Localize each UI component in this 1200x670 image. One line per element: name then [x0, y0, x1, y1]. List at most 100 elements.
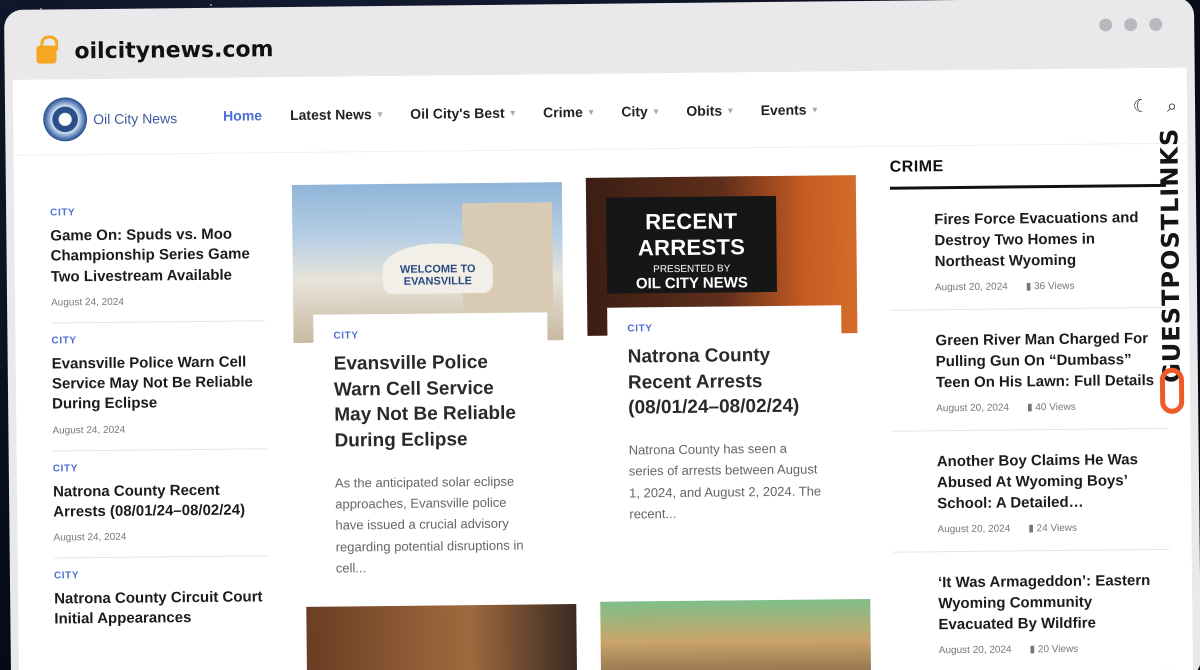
article-meta: August 20, 2024 ▮ 20 Views: [939, 643, 1171, 656]
nav-item-oil-citys-best[interactable]: Oil City's Best ▾: [410, 105, 515, 122]
article-title[interactable]: Evansville Police Warn Cell Service May …: [52, 352, 267, 415]
site-header: Oil City News Home Latest News ▾ Oil City…: [12, 67, 1188, 156]
nav-label: Obits: [686, 102, 723, 119]
left-article-list: CITY Game On: Spuds vs. Moo Championship…: [49, 193, 269, 644]
views-label: 40 Views: [1035, 401, 1076, 414]
article-date: August 24, 2024: [51, 296, 124, 309]
article-title[interactable]: Natrona County Recent Arrests (08/01/24–…: [628, 342, 823, 421]
article-meta: August 20, 2024 ▮ 36 Views: [935, 280, 1167, 293]
category-label[interactable]: CITY: [627, 321, 821, 334]
search-icon[interactable]: ⌕: [1167, 96, 1177, 117]
nav-item-events[interactable]: Events ▾: [761, 101, 818, 118]
views-count: ▮ 20 Views: [1030, 644, 1079, 656]
window-controls: [1099, 17, 1163, 32]
bar-chart-icon: ▮: [1029, 644, 1038, 656]
site-logo-text[interactable]: Oil City News: [93, 110, 177, 127]
header-tools: ☾ ⌕: [1133, 96, 1177, 117]
category-label[interactable]: CITY: [54, 568, 268, 581]
nav-label: Latest News: [289, 106, 372, 124]
bar-chart-icon: ▮: [1028, 523, 1037, 535]
nav-item-home[interactable]: Home: [223, 107, 262, 123]
chevron-down-icon: ▾: [812, 103, 818, 115]
list-item[interactable]: CITY Natrona County Recent Arrests (08/0…: [52, 448, 268, 559]
nav-item-latest-news[interactable]: Latest News ▾: [290, 106, 382, 123]
list-item[interactable]: Another Boy Claims He Was Abused At Wyom…: [892, 428, 1170, 553]
url-text[interactable]: oilcitynews.com: [74, 37, 273, 64]
article-title[interactable]: Green River Man Charged For Pulling Gun …: [935, 328, 1168, 393]
nav-label: Crime: [543, 103, 583, 121]
bar-chart-icon: ▮: [1025, 281, 1035, 293]
list-item[interactable]: Green River Man Charged For Pulling Gun …: [891, 307, 1169, 432]
lock-icon: [36, 45, 57, 64]
article-date: August 20, 2024: [937, 523, 1011, 536]
views-label: 24 Views: [1036, 522, 1078, 535]
featured-card[interactable]: RECENT ARRESTS PRESENTED BY OIL CITY NEW…: [585, 175, 860, 542]
list-item[interactable]: CITY Natrona County Circuit Court Initia…: [54, 556, 269, 644]
chevron-down-icon: ▾: [588, 106, 594, 117]
views-label: 36 Views: [1034, 280, 1075, 293]
nav-item-city[interactable]: City ▾: [621, 103, 658, 119]
views-count: ▮ 40 Views: [1027, 402, 1076, 414]
chevron-down-icon: ▾: [653, 105, 659, 116]
list-item[interactable]: CITY Evansville Police Warn Cell Service…: [51, 321, 267, 452]
main-nav: Home Latest News ▾ Oil City's Best ▾ Crime…: [223, 101, 818, 124]
views-count: ▮ 24 Views: [1028, 523, 1077, 535]
section-heading[interactable]: CRIME: [889, 155, 1166, 190]
article-title[interactable]: Evansville Police Warn Cell Service May …: [334, 350, 529, 455]
crime-sidebar: CRIME Fires Force Evacuations and Destro…: [889, 155, 1171, 670]
web-page: Oil City News Home Latest News ▾ Oil City…: [12, 67, 1194, 670]
link-icon: [1159, 367, 1185, 414]
article-image[interactable]: [306, 604, 578, 670]
article-meta: August 20, 2024 ▮ 40 Views: [936, 401, 1168, 414]
category-label[interactable]: CITY: [50, 205, 264, 218]
welcome-sign-graphic: WELCOME TO EVANSVILLE: [382, 242, 493, 295]
board-brand: OIL CITY NEWS: [635, 274, 748, 293]
article-title[interactable]: ‘It Was Armageddon’: Eastern Wyoming Com…: [938, 570, 1171, 635]
article-date: August 24, 2024: [53, 531, 127, 544]
bar-chart-icon: ▮: [1027, 402, 1036, 414]
views-count: ▮ 36 Views: [1026, 281, 1075, 293]
card-body: CITY Evansville Police Warn Cell Service…: [313, 312, 551, 596]
featured-card[interactable]: WELCOME TO EVANSVILLE CITY Evansville Po…: [291, 182, 566, 596]
article-title[interactable]: Game On: Spuds vs. Moo Championship Seri…: [50, 224, 265, 287]
article-excerpt: Natrona County has seen a series of arre…: [628, 440, 822, 522]
moon-icon[interactable]: ☾: [1133, 96, 1149, 117]
address-bar[interactable]: oilcitynews.com: [4, 0, 1195, 80]
category-label[interactable]: CITY: [333, 329, 527, 341]
list-item[interactable]: CITY Game On: Spuds vs. Moo Championship…: [49, 193, 266, 324]
list-item[interactable]: Fires Force Evacuations and Destroy Two …: [889, 186, 1168, 311]
article-date: August 20, 2024: [938, 644, 1012, 657]
arrests-board-graphic: RECENT ARRESTS PRESENTED BY OIL CITY NEW…: [605, 195, 777, 294]
nav-label: Events: [760, 101, 807, 119]
window-dot-icon[interactable]: [1124, 18, 1138, 32]
chevron-down-icon: ▾: [510, 107, 516, 118]
views-label: 20 Views: [1037, 643, 1079, 656]
category-label[interactable]: CITY: [53, 461, 267, 474]
article-title[interactable]: Fires Force Evacuations and Destroy Two …: [934, 207, 1167, 272]
article-date: August 20, 2024: [934, 281, 1008, 294]
watermark-text: GUESTPOSTLINKS: [1155, 127, 1186, 384]
card-body: CITY Natrona County Recent Arrests (08/0…: [607, 305, 844, 542]
browser-window: oilcitynews.com Oil City News Home Lates…: [4, 0, 1200, 670]
category-label[interactable]: CITY: [51, 333, 265, 346]
nav-item-obits[interactable]: Obits ▾: [686, 102, 732, 118]
article-date: August 20, 2024: [936, 402, 1010, 415]
nav-label: Home: [223, 107, 263, 124]
nav-item-crime[interactable]: Crime ▾: [543, 103, 594, 121]
article-excerpt: As the anticipated solar eclipse approac…: [334, 473, 524, 576]
article-title[interactable]: Natrona County Recent Arrests (08/01/24–…: [53, 480, 267, 523]
nav-label: City: [621, 103, 648, 120]
article-date: August 24, 2024: [52, 424, 126, 437]
list-item[interactable]: ‘It Was Armageddon’: Eastern Wyoming Com…: [893, 549, 1171, 670]
article-title[interactable]: Natrona County Circuit Court Initial App…: [54, 587, 268, 630]
article-title[interactable]: Another Boy Claims He Was Abused At Wyom…: [937, 449, 1170, 514]
window-dot-icon[interactable]: [1099, 18, 1113, 32]
chevron-down-icon: ▾: [728, 104, 733, 115]
site-logo-icon[interactable]: [42, 97, 88, 142]
article-meta: August 20, 2024 ▮ 24 Views: [937, 522, 1169, 535]
article-image[interactable]: [600, 598, 872, 670]
chevron-down-icon: ▾: [377, 108, 383, 119]
window-dot-icon[interactable]: [1149, 17, 1163, 32]
board-title: RECENT ARRESTS: [637, 208, 746, 261]
nav-label: Oil City's Best: [410, 104, 505, 122]
